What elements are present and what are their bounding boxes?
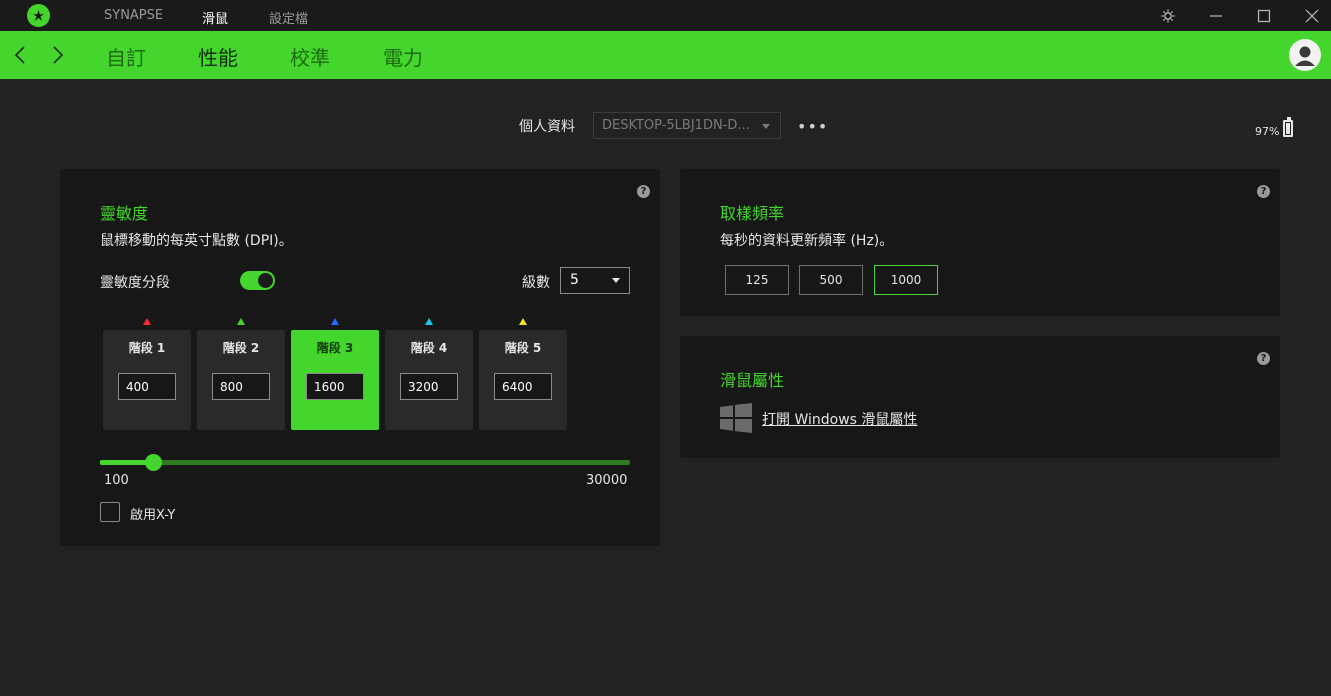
nav-bar: 自訂 性能 校準 電力 <box>0 31 1331 79</box>
gear-icon[interactable] <box>1158 6 1178 26</box>
stage-dpi-input[interactable]: 1600 <box>306 373 364 400</box>
stage-dpi-input[interactable]: 800 <box>212 373 270 400</box>
battery-level: 97% <box>1255 125 1280 138</box>
dpi-slider-track[interactable] <box>100 460 630 465</box>
tab-performance[interactable]: 性能 <box>198 42 238 71</box>
profile-label: 個人資料 <box>519 119 575 135</box>
tab-calibration[interactable]: 校準 <box>290 42 330 71</box>
help-icon[interactable]: ? <box>1257 352 1270 365</box>
stage-4[interactable]: 階段 4 3200 <box>385 318 473 430</box>
polling-rate-panel: ? 取樣頻率 每秒的資料更新頻率 (Hz)。 125 500 1000 <box>680 169 1280 316</box>
tab-synapse[interactable]: SYNAPSE <box>104 8 163 23</box>
stage-indicator-icon <box>425 318 433 325</box>
sensitivity-panel: ? 靈敏度 鼠標移動的每英寸點數 (DPI)。 靈敏度分段 級數 5 階段 1 … <box>60 169 660 546</box>
windows-logo-icon <box>720 403 752 433</box>
stage-indicator-icon <box>143 318 151 325</box>
stage-5[interactable]: 階段 5 6400 <box>479 318 567 430</box>
title-bar: SYNAPSE 滑鼠 設定檔 <box>0 0 1331 31</box>
profile-select[interactable]: DESKTOP-5LBJ1DN-D... <box>593 112 781 139</box>
dpi-slider-thumb[interactable] <box>144 454 162 471</box>
chevron-down-icon <box>612 278 620 283</box>
enable-xy-label: 啟用X-Y <box>130 508 176 523</box>
back-arrow-icon[interactable] <box>10 43 30 67</box>
stage-label: 階段 1 <box>128 341 166 355</box>
mouse-properties-panel: ? 滑鼠屬性 打開 Windows 滑鼠屬性 <box>680 336 1280 458</box>
help-icon[interactable]: ? <box>637 185 650 198</box>
sensitivity-description: 鼠標移動的每英寸點數 (DPI)。 <box>100 233 293 249</box>
polling-rate-1000-button[interactable]: 1000 <box>874 265 938 295</box>
dpi-slider-max: 30000 <box>586 473 628 488</box>
tab-profiles[interactable]: 設定檔 <box>269 8 308 27</box>
stage-label: 階段 5 <box>504 341 542 355</box>
close-icon[interactable] <box>1302 6 1322 26</box>
stage-2[interactable]: 階段 2 800 <box>197 318 285 430</box>
sensitivity-stages-label: 靈敏度分段 <box>100 275 170 291</box>
forward-arrow-icon[interactable] <box>48 43 68 67</box>
maximize-icon[interactable] <box>1254 6 1274 26</box>
stage-indicator-icon <box>237 318 245 325</box>
dpi-slider-min: 100 <box>104 473 129 488</box>
stage-indicator-icon <box>519 318 527 325</box>
enable-xy-checkbox[interactable] <box>100 502 120 522</box>
user-avatar-icon[interactable] <box>1289 39 1321 71</box>
mouse-properties-title: 滑鼠屬性 <box>720 371 785 390</box>
stage-3[interactable]: 階段 3 1600 <box>291 318 379 430</box>
stage-indicator-icon <box>331 318 339 325</box>
open-windows-mouse-properties-link[interactable]: 打開 Windows 滑鼠屬性 <box>762 409 917 429</box>
minimize-icon[interactable] <box>1206 6 1226 26</box>
stage-dpi-input[interactable]: 400 <box>118 373 176 400</box>
sensitivity-stages-toggle[interactable] <box>240 271 275 290</box>
tab-power[interactable]: 電力 <box>383 42 423 71</box>
polling-rate-description: 每秒的資料更新頻率 (Hz)。 <box>720 233 894 249</box>
stage-dpi-input[interactable]: 3200 <box>400 373 458 400</box>
razer-logo-icon[interactable] <box>27 4 50 27</box>
more-options-icon[interactable]: ••• <box>797 117 828 136</box>
stage-dpi-input[interactable]: 6400 <box>494 373 552 400</box>
sensitivity-title: 靈敏度 <box>100 204 149 223</box>
level-label: 級數 <box>522 275 550 291</box>
stage-label: 階段 4 <box>410 341 448 355</box>
stage-label: 階段 2 <box>222 341 260 355</box>
polling-rate-500-button[interactable]: 500 <box>799 265 863 295</box>
polling-rate-title: 取樣頻率 <box>720 204 785 223</box>
level-select[interactable]: 5 <box>560 267 630 294</box>
battery-icon <box>1283 117 1293 137</box>
help-icon[interactable]: ? <box>1257 185 1270 198</box>
chevron-down-icon <box>762 124 770 129</box>
level-select-value: 5 <box>570 272 579 288</box>
toggle-knob <box>258 273 273 288</box>
polling-rate-125-button[interactable]: 125 <box>725 265 789 295</box>
stage-1[interactable]: 階段 1 400 <box>103 318 191 430</box>
stage-label: 階段 3 <box>316 341 354 355</box>
profile-select-value: DESKTOP-5LBJ1DN-D... <box>602 118 750 133</box>
tab-customize[interactable]: 自訂 <box>106 42 146 71</box>
tab-mouse[interactable]: 滑鼠 <box>202 8 228 27</box>
